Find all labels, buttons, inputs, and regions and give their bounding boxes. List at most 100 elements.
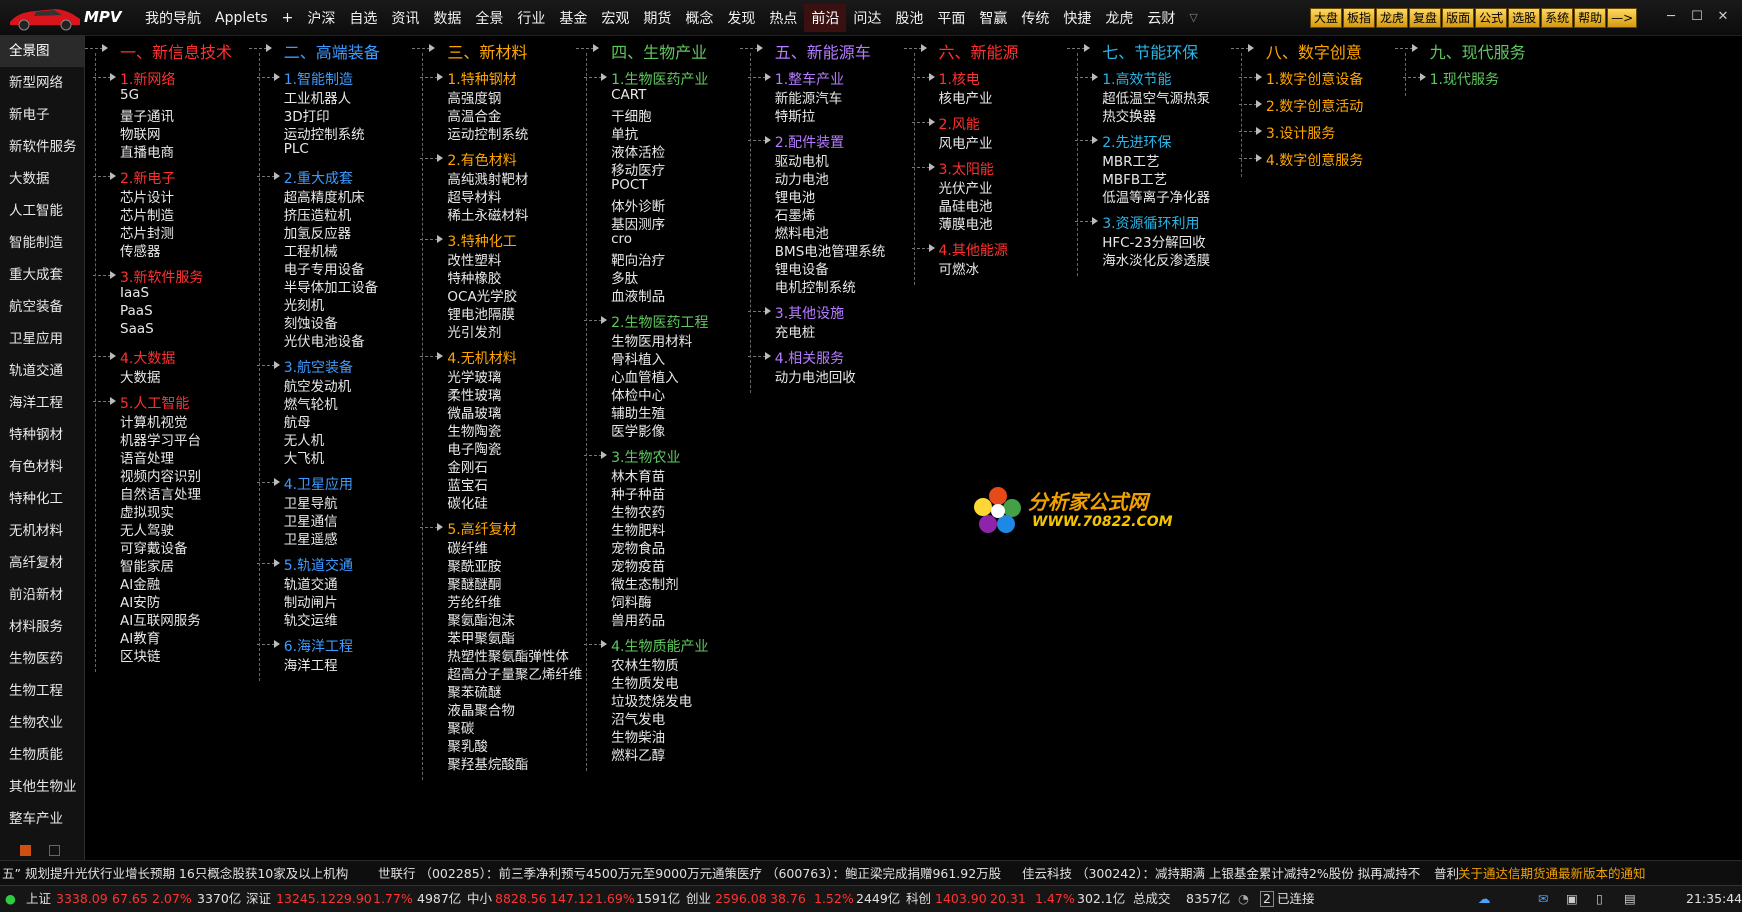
ticker-item[interactable]: 五” 规划提升光伏行业增长预期 16只概念股获10家及以上机构 — [2, 861, 348, 886]
subcategory-label[interactable]: 3.特种化工 — [447, 231, 516, 251]
concept-item[interactable]: 光伏产业 — [939, 177, 993, 197]
subcategory-label[interactable]: 2.生物医药工程 — [611, 312, 708, 332]
menu-item-1[interactable]: Applets — [208, 10, 275, 26]
concept-item[interactable]: 聚酰亚胺 — [447, 555, 501, 575]
concept-item[interactable]: 生物质发电 — [611, 672, 679, 692]
menu-item-21[interactable]: 快捷 — [1056, 8, 1098, 28]
subcategory-label[interactable]: 4.数字创意服务 — [1266, 150, 1363, 170]
concept-item[interactable]: SaaS — [120, 321, 154, 337]
concept-item[interactable]: 加氢反应器 — [284, 222, 352, 242]
menu-item-4[interactable]: 自选 — [342, 8, 384, 28]
concept-item[interactable]: 特种橡胶 — [447, 267, 501, 287]
subcategory-label[interactable]: 6.海洋工程 — [284, 636, 353, 656]
menu-item-20[interactable]: 传统 — [1014, 8, 1056, 28]
concept-item[interactable]: 宠物疫苗 — [611, 555, 665, 575]
concept-item[interactable]: 工程机械 — [284, 240, 338, 260]
subcategory-label[interactable]: 4.卫星应用 — [284, 474, 353, 494]
index-sz-name[interactable]: 深证 — [246, 886, 271, 912]
subcategory-label[interactable]: 3.资源循环利用 — [1102, 213, 1199, 233]
concept-item[interactable]: 聚醚醚酮 — [447, 573, 501, 593]
subcategory-label[interactable]: 1.高效节能 — [1102, 69, 1171, 89]
concept-item[interactable]: 碳纤维 — [447, 537, 488, 557]
tool-button-7[interactable]: 系统 — [1541, 8, 1574, 28]
concept-item[interactable]: 聚碳 — [447, 717, 474, 737]
concept-item[interactable]: 3D打印 — [284, 105, 330, 125]
concept-item[interactable]: 风电产业 — [939, 132, 993, 152]
concept-item[interactable]: 刻蚀设备 — [284, 312, 338, 332]
concept-item[interactable]: 海洋工程 — [284, 654, 338, 674]
sidebar-item[interactable]: 无机材料 — [0, 515, 84, 547]
concept-item[interactable]: 液体活检 — [611, 141, 665, 161]
concept-item[interactable]: AI金融 — [120, 573, 160, 593]
concept-item[interactable]: 锂电设备 — [775, 258, 829, 278]
concept-item[interactable]: 晶硅电池 — [939, 195, 993, 215]
menu-item-0[interactable]: 我的导航 — [138, 8, 208, 28]
concept-item[interactable]: 聚苯硫醚 — [447, 681, 501, 701]
subcategory-label[interactable]: 2.有色材料 — [447, 150, 516, 170]
menu-item-14[interactable]: 热点 — [762, 8, 804, 28]
sidebar-item[interactable]: 前沿新材 — [0, 579, 84, 611]
concept-item[interactable]: 电机控制系统 — [775, 276, 856, 296]
category-title[interactable]: 九、现代服务 — [1430, 39, 1526, 63]
concept-item[interactable]: 新能源汽车 — [775, 87, 843, 107]
concept-item[interactable]: AI教育 — [120, 627, 160, 647]
subcategory-label[interactable]: 4.其他能源 — [939, 240, 1008, 260]
concept-item[interactable]: 物联网 — [120, 123, 161, 143]
concept-item[interactable]: AI安防 — [120, 591, 160, 611]
concept-item[interactable]: 卫星遥感 — [284, 528, 338, 548]
subcategory-label[interactable]: 2.数字创意活动 — [1266, 96, 1363, 116]
sidebar-item[interactable]: 特种钢材 — [0, 419, 84, 451]
subcategory-label[interactable]: 4.无机材料 — [447, 348, 516, 368]
concept-item[interactable]: 半导体加工设备 — [284, 276, 379, 296]
menu-item-2[interactable]: + — [275, 10, 301, 26]
subcategory-label[interactable]: 3.太阳能 — [939, 159, 994, 179]
subcategory-label[interactable]: 2.配件装置 — [775, 132, 844, 152]
concept-item[interactable]: 轨交运维 — [284, 609, 338, 629]
sidebar-item[interactable]: 大数据 — [0, 163, 84, 195]
menu-item-6[interactable]: 数据 — [426, 8, 468, 28]
concept-item[interactable]: 种子种苗 — [611, 483, 665, 503]
concept-item[interactable]: 微晶玻璃 — [447, 402, 501, 422]
restore-icon[interactable]: ☐ — [1684, 6, 1710, 28]
concept-item[interactable]: 光伏电池设备 — [284, 330, 365, 350]
concept-item[interactable]: 卫星通信 — [284, 510, 338, 530]
sidebar-item[interactable]: 特种化工 — [0, 483, 84, 515]
subcategory-label[interactable]: 1.整车产业 — [775, 69, 844, 89]
concept-item[interactable]: 微生态制剂 — [611, 573, 679, 593]
tool-button-3[interactable]: 复盘 — [1409, 8, 1442, 28]
concept-item[interactable]: 稀土永磁材料 — [447, 204, 528, 224]
concept-item[interactable]: 多肽 — [611, 267, 638, 287]
category-title[interactable]: 四、生物产业 — [611, 39, 707, 63]
concept-item[interactable]: 热塑性聚氨酯弹性体 — [447, 645, 569, 665]
concept-item[interactable]: BMS电池管理系统 — [775, 240, 885, 260]
concept-item[interactable]: 移动医疗 — [611, 159, 665, 179]
subcategory-label[interactable]: 5.高纤复材 — [447, 519, 516, 539]
concept-item[interactable]: OCA光学胶 — [447, 285, 517, 305]
concept-item[interactable]: 机器学习平台 — [120, 429, 201, 449]
subcategory-label[interactable]: 4.生物质能产业 — [611, 636, 708, 656]
ticker-item[interactable]: 通策医疗 （600763）：鲍正梁完成捐赠961.92万股 — [712, 861, 1001, 886]
concept-item[interactable]: 超高精度机床 — [284, 186, 365, 206]
concept-item[interactable]: 生物医用材料 — [611, 330, 692, 350]
subcategory-label[interactable]: 2.新电子 — [120, 168, 175, 188]
concept-item[interactable]: 血液制品 — [611, 285, 665, 305]
sidebar-item[interactable]: 航空装备 — [0, 291, 84, 323]
concept-item[interactable]: PLC — [284, 141, 309, 157]
tool-button-4[interactable]: 版面 — [1442, 8, 1475, 28]
tool-button-2[interactable]: 龙虎 — [1376, 8, 1409, 28]
concept-item[interactable]: 石墨烯 — [775, 204, 816, 224]
menu-item-22[interactable]: 龙虎 — [1098, 8, 1140, 28]
concept-item[interactable]: 蓝宝石 — [447, 474, 488, 494]
sidebar-item[interactable]: 材料服务 — [0, 611, 84, 643]
concept-item[interactable]: 工业机器人 — [284, 87, 352, 107]
concept-item[interactable]: 无人驾驶 — [120, 519, 174, 539]
category-title[interactable]: 八、数字创意 — [1266, 39, 1362, 63]
concept-item[interactable]: 卫星导航 — [284, 492, 338, 512]
concept-item[interactable]: 航母 — [284, 411, 311, 431]
category-title[interactable]: 七、节能环保 — [1102, 39, 1198, 63]
concept-item[interactable]: 语音处理 — [120, 447, 174, 467]
sidebar-item[interactable]: 新电子 — [0, 99, 84, 131]
concept-item[interactable]: 芳纶纤维 — [447, 591, 501, 611]
concept-item[interactable]: 燃气轮机 — [284, 393, 338, 413]
concept-item[interactable]: 海水淡化反渗透膜 — [1102, 249, 1210, 269]
